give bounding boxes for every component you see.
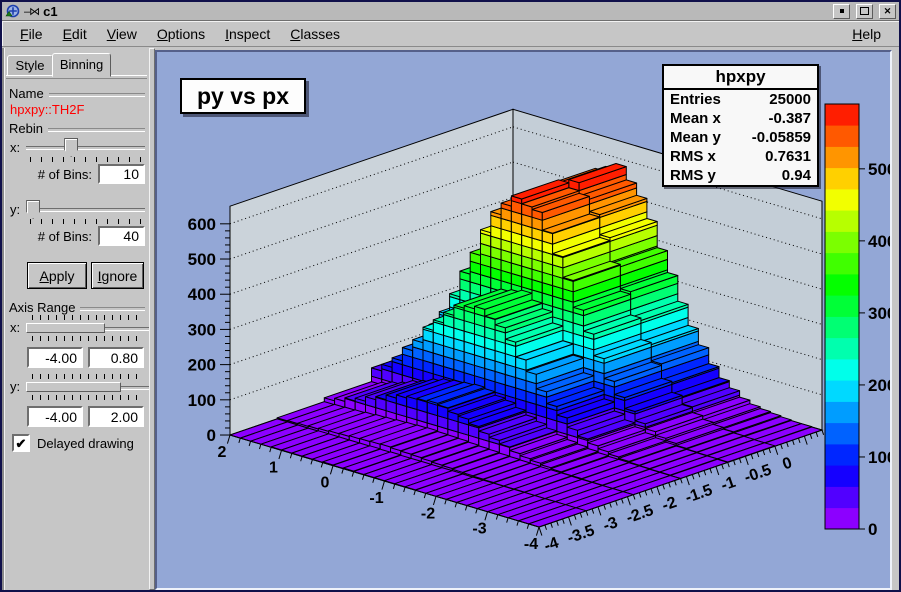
axis-tick-label: -2 xyxy=(421,505,435,522)
axis-tick-label: -2.5 xyxy=(624,502,656,527)
axis-tick-label: 0 xyxy=(321,475,330,492)
x-bins-row: # of Bins: xyxy=(4,164,145,184)
svg-text:500: 500 xyxy=(868,160,890,179)
menu-file[interactable]: File xyxy=(10,23,53,45)
rebin-x-slider-ticks xyxy=(30,157,142,162)
axis-tick-label: 0 xyxy=(780,454,794,473)
axis-tick-label: -0.5 xyxy=(742,461,774,486)
y-range-ticks-bottom xyxy=(32,395,142,400)
menu-options[interactable]: Options xyxy=(147,23,215,45)
histogram-title-box[interactable]: py vs px xyxy=(180,78,306,114)
y-range-label: y: xyxy=(10,379,20,394)
axis-tick-label: -4 xyxy=(542,534,561,555)
menu-view[interactable]: View xyxy=(97,23,147,45)
stats-row: Mean y-0.05859 xyxy=(664,128,817,147)
delayed-drawing-checkbox[interactable]: ✔ xyxy=(12,434,30,452)
ignore-button[interactable]: Ignore xyxy=(91,262,144,289)
y-min-entry[interactable] xyxy=(27,406,83,427)
axis-tick-label: -2 xyxy=(660,494,679,515)
axis-tick-label: -4 xyxy=(524,536,538,553)
x-bins-label: # of Bins: xyxy=(38,167,92,182)
delayed-drawing-label: Delayed drawing xyxy=(37,436,134,451)
axis-tick-label: 500 xyxy=(188,250,216,269)
tab-binning[interactable]: Binning xyxy=(52,53,111,77)
axis-tick-label: -1 xyxy=(369,490,383,507)
stats-row: Mean x-0.387 xyxy=(664,109,817,128)
rebin-y-row: y: xyxy=(10,200,145,218)
x-range-row: x: xyxy=(10,320,145,335)
editor-panel: Style Binning Name hpxpy::TH2F Rebin x: … xyxy=(2,48,149,590)
minimize-icon xyxy=(840,9,844,13)
rebin-y-slider-ticks xyxy=(30,219,142,224)
window-title: c1 xyxy=(43,4,827,19)
y-bins-entry[interactable] xyxy=(98,226,145,246)
minimize-button[interactable] xyxy=(833,4,850,19)
stats-row: RMS x0.7631 xyxy=(664,147,817,166)
svg-text:0: 0 xyxy=(868,520,877,539)
x-bins-entry[interactable] xyxy=(98,164,145,184)
stats-title: hpxpy xyxy=(664,66,817,90)
y-bins-row: # of Bins: xyxy=(4,226,145,246)
axis-tick-label: 1 xyxy=(269,459,278,476)
svg-text:300: 300 xyxy=(868,304,890,323)
close-button[interactable]: ✕ xyxy=(879,4,896,19)
x-range-label: x: xyxy=(10,320,20,335)
x-range-slider-bar[interactable] xyxy=(26,323,105,333)
x-max-entry[interactable] xyxy=(88,347,144,368)
axis-tick-label: 600 xyxy=(188,215,216,234)
menu-edit[interactable]: Edit xyxy=(53,23,97,45)
y-range-row: y: xyxy=(10,379,145,394)
y-bins-label: # of Bins: xyxy=(38,229,92,244)
axis-tick-label: 400 xyxy=(188,285,216,304)
menubar: File Edit View Options Inspect Classes H… xyxy=(2,21,899,47)
object-name: hpxpy::TH2F xyxy=(10,102,84,117)
y-max-entry[interactable] xyxy=(88,406,144,427)
name-group-label: Name xyxy=(9,86,145,101)
rebin-x-row: x: xyxy=(10,138,145,156)
rebin-y-label: y: xyxy=(10,202,20,217)
axis-range-group-label: Axis Range xyxy=(9,300,145,315)
y-range-slider-bar[interactable] xyxy=(26,382,121,392)
axis-tick-label: -3.5 xyxy=(565,522,597,547)
root-canvas[interactable]: 0100200300400500600210-1-2-3-4-4-3.5-3-2… xyxy=(155,50,892,590)
root-logo-icon[interactable] xyxy=(5,4,20,19)
rebin-group-label: Rebin xyxy=(9,121,145,136)
stats-box[interactable]: hpxpy Entries25000 Mean x-0.387 Mean y-0… xyxy=(662,64,819,187)
axis-tick-label: 2 xyxy=(218,444,227,461)
rebin-x-label: x: xyxy=(10,140,20,155)
y-range-slider[interactable] xyxy=(26,381,151,393)
x-range-slider[interactable] xyxy=(26,322,151,334)
root-canvas-window: –⋈ c1 ✕ File Edit View Options Inspect C… xyxy=(0,0,901,592)
rebin-x-slider-thumb[interactable] xyxy=(64,138,78,157)
x-min-entry[interactable] xyxy=(27,347,83,368)
pin-icon[interactable]: –⋈ xyxy=(24,5,39,18)
apply-button[interactable]: Apply xyxy=(27,262,87,289)
titlebar[interactable]: –⋈ c1 ✕ xyxy=(2,2,899,21)
axis-tick-label: 100 xyxy=(188,391,216,410)
x-range-ticks-bottom xyxy=(32,336,142,341)
axis-tick-label: -1 xyxy=(719,474,738,495)
rebin-y-slider[interactable] xyxy=(26,200,145,218)
axis-tick-label: -3 xyxy=(601,514,620,535)
axis-tick-label: -3 xyxy=(472,521,486,538)
menu-inspect[interactable]: Inspect xyxy=(215,23,280,45)
svg-text:100: 100 xyxy=(868,448,890,467)
rebin-x-slider[interactable] xyxy=(26,138,145,156)
stats-row: RMS y0.94 xyxy=(664,166,817,185)
svg-text:200: 200 xyxy=(868,376,890,395)
axis-tick-label: 300 xyxy=(188,320,216,339)
rebin-y-slider-thumb[interactable] xyxy=(26,200,40,219)
svg-text:400: 400 xyxy=(868,232,890,251)
delayed-drawing-row: ✔ Delayed drawing xyxy=(12,434,134,452)
axis-tick-label: 0 xyxy=(207,426,216,445)
menu-help[interactable]: Help xyxy=(842,23,891,45)
maximize-icon xyxy=(860,7,869,15)
color-palette[interactable]: 0 100 200 300 400 500 xyxy=(825,104,890,539)
tab-style[interactable]: Style xyxy=(7,55,53,76)
axis-tick-label: -1.5 xyxy=(683,482,715,507)
maximize-button[interactable] xyxy=(856,4,873,19)
menu-classes[interactable]: Classes xyxy=(280,23,350,45)
axis-tick-label: 200 xyxy=(188,356,216,375)
stats-row: Entries25000 xyxy=(664,90,817,109)
